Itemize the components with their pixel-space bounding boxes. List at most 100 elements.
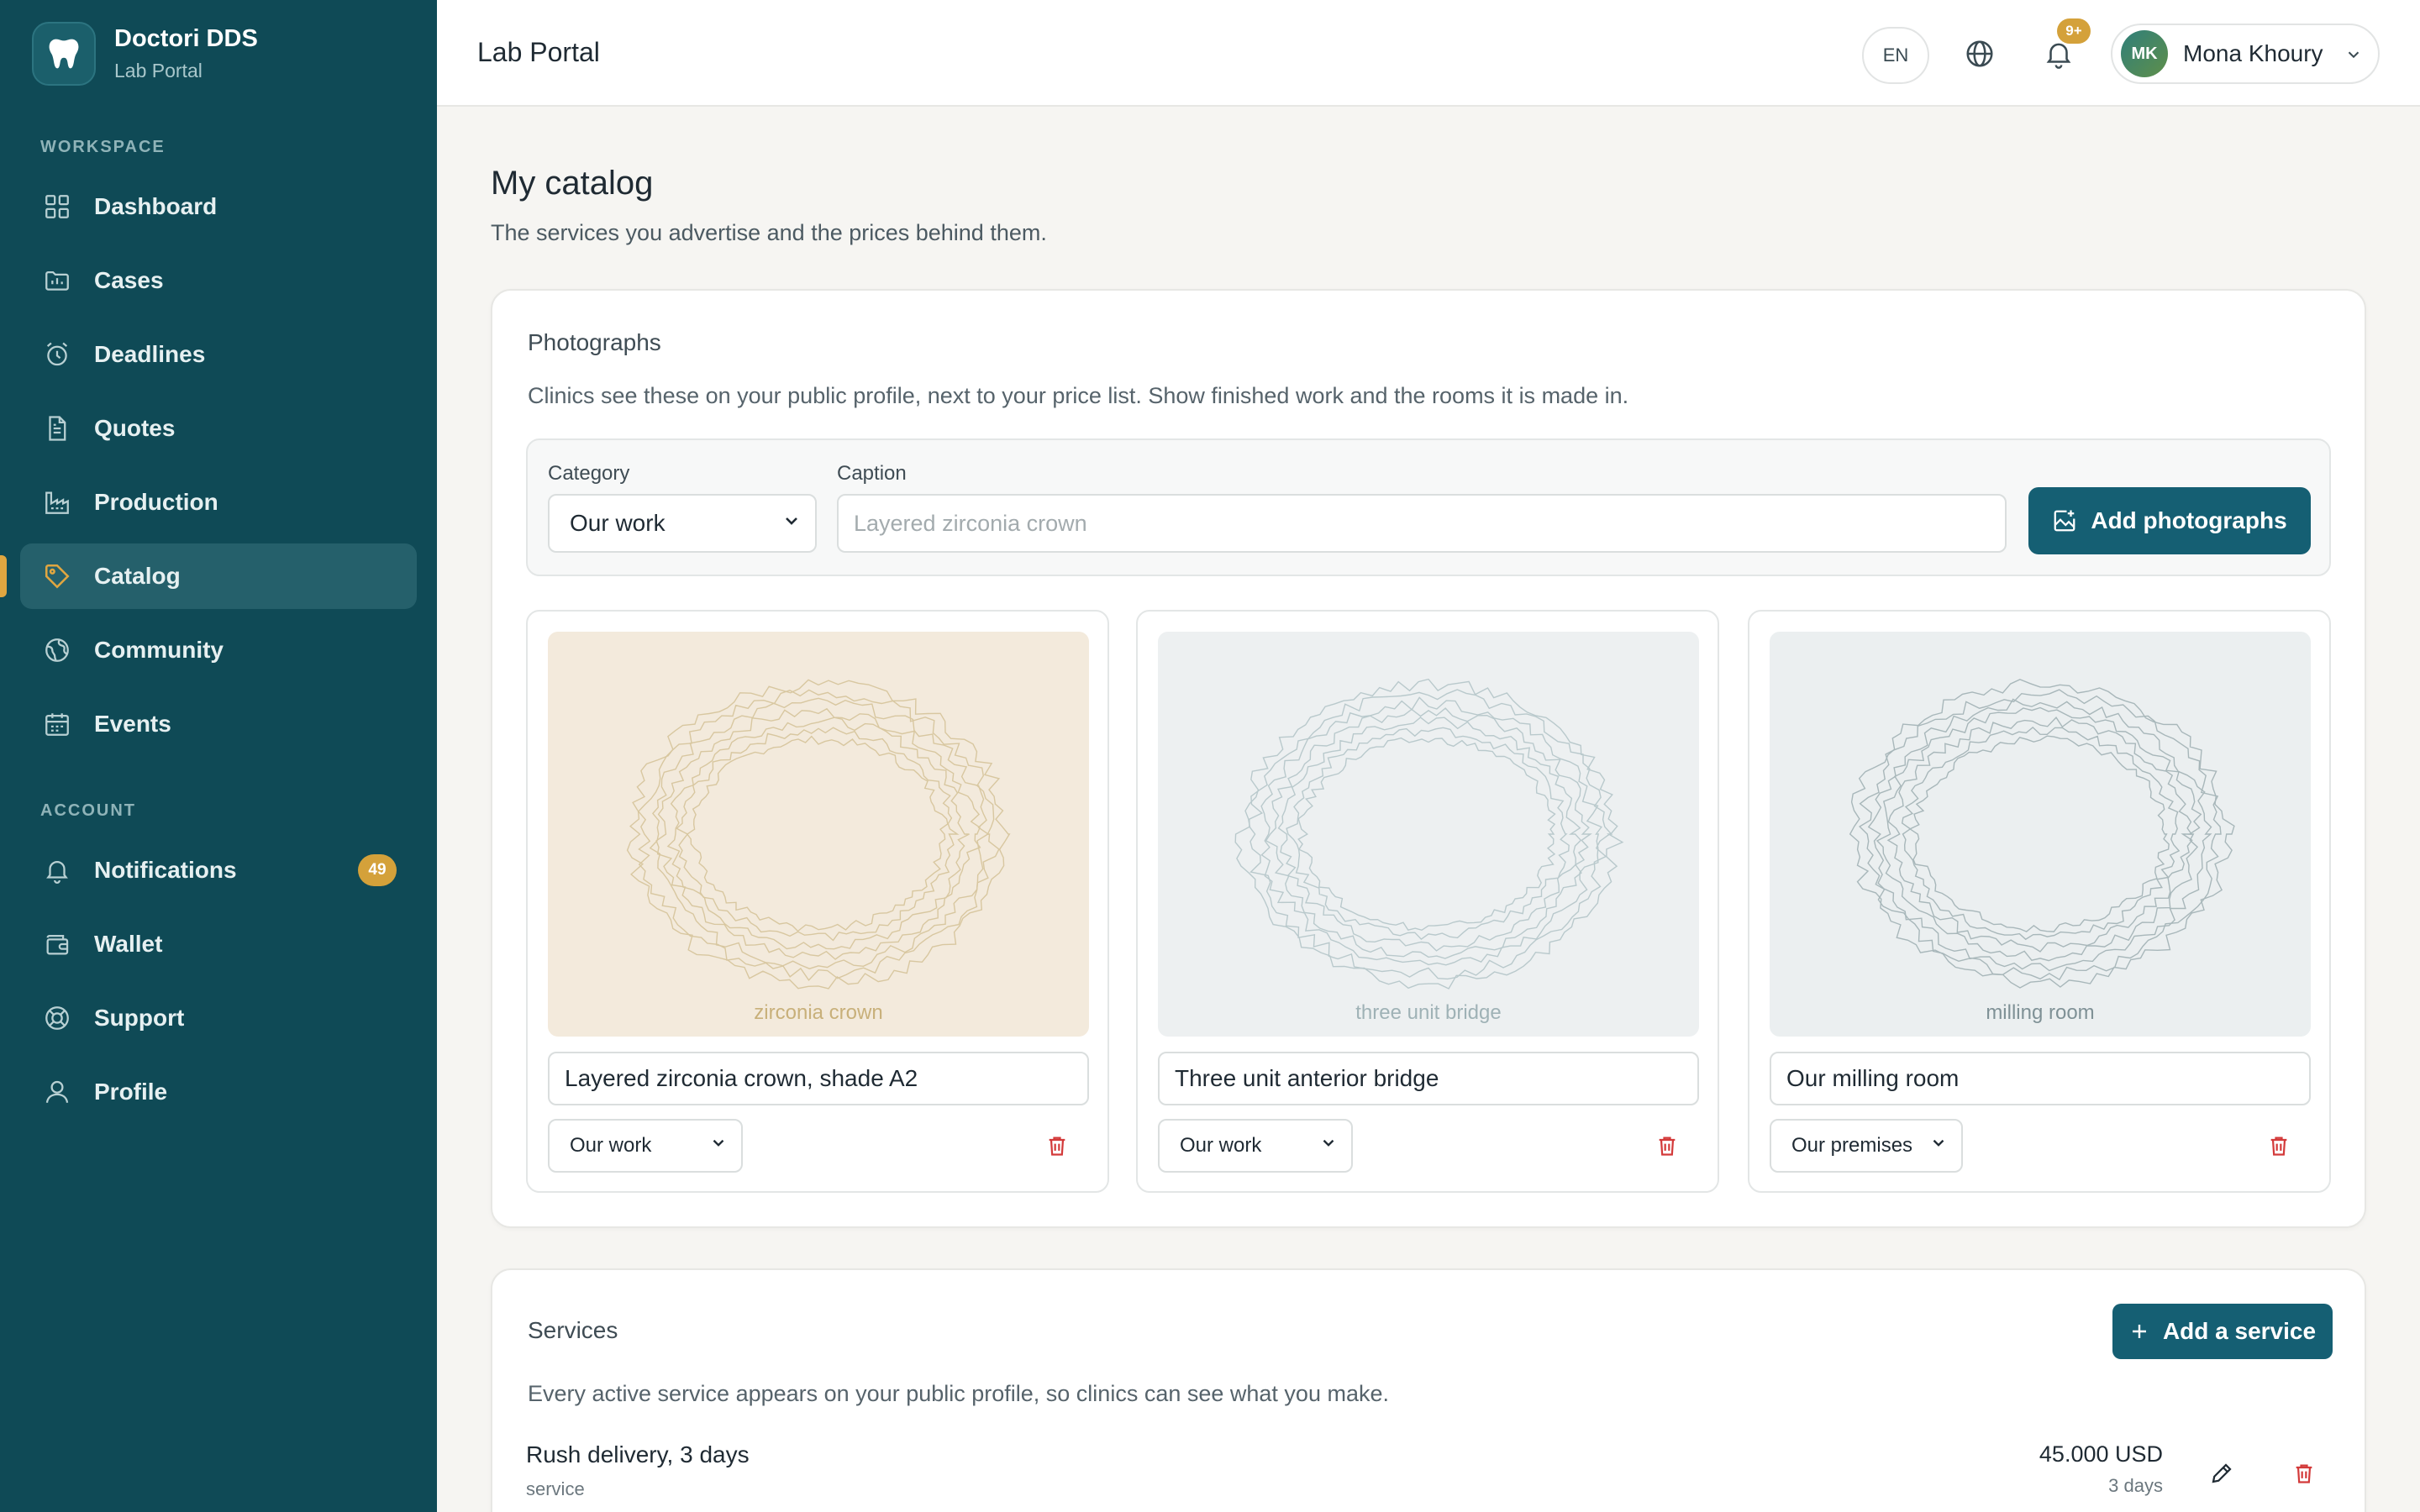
photo-thumbnail[interactable]: milling room [1770, 632, 2311, 1037]
chevron-down-icon [1319, 1134, 1338, 1158]
sidebar-item-label: Cases [94, 267, 164, 293]
trash-icon [1049, 1137, 1065, 1156]
sidebar-item-label: Profile [94, 1079, 168, 1105]
delete-photo-button[interactable] [1044, 1132, 1071, 1159]
sidebar-item-catalog[interactable]: Catalog [0, 543, 417, 609]
pencil-icon [2212, 1463, 2232, 1483]
add-photographs-button[interactable]: Add photographs [2028, 487, 2311, 554]
topbar: Lab Portal EN 9+ MK Mona Khoury [437, 0, 2420, 107]
photo-card: three unit bridge Our work [1136, 610, 1719, 1193]
sidebar-item-events[interactable]: Events [20, 691, 417, 757]
sidebar-item-label: Notifications [94, 857, 237, 883]
delete-photo-button[interactable] [1654, 1132, 1681, 1159]
photo-category-value: Our premises [1791, 1134, 1913, 1157]
photo-caption-input[interactable] [1770, 1052, 2311, 1105]
category-label: Category [548, 462, 630, 485]
ring-line [1901, 726, 2181, 941]
sidebar-item-dashboard[interactable]: Dashboard [20, 174, 417, 239]
photo-category-value: Our work [1180, 1134, 1262, 1157]
edit-service-button[interactable] [2205, 1457, 2238, 1490]
photo-ring-pattern [626, 679, 1011, 990]
photo-upload-bar: Category Our work Caption Add photograph… [526, 438, 2331, 576]
sidebar-item-label: Deadlines [94, 341, 206, 367]
photo-category-select[interactable]: Our work [1158, 1119, 1353, 1173]
service-type: service [526, 1478, 585, 1499]
bell-icon [40, 853, 74, 887]
ring-line [1297, 737, 1556, 932]
photo-caption-input[interactable] [548, 1052, 1089, 1105]
photo-thumbnail[interactable]: zirconia crown [548, 632, 1089, 1037]
photo-category-select[interactable]: Our work [548, 1119, 743, 1173]
sidebar-item-label: Community [94, 637, 224, 663]
photo-thumbnail[interactable]: three unit bridge [1158, 632, 1699, 1037]
sidebar-item-deadlines[interactable]: Deadlines [20, 322, 417, 387]
photo-category-value: Our work [570, 1134, 652, 1157]
sidebar-item-production[interactable]: Production [20, 470, 417, 535]
service-price: 45.000 USD [2039, 1441, 2163, 1467]
add-photographs-label: Add photographs [2091, 507, 2287, 533]
folder-icon [40, 264, 74, 297]
ring-line [686, 735, 949, 932]
photographs-description: Clinics see these on your public profile… [528, 383, 1629, 408]
sidebar-item-cases[interactable]: Cases [20, 248, 417, 313]
photo-category-select[interactable]: Our premises [1770, 1119, 1963, 1173]
brand-subtitle: Lab Portal [114, 60, 203, 81]
chevron-down-icon [781, 510, 802, 537]
ring-line [1249, 689, 1613, 980]
trash-icon [2270, 1137, 2287, 1156]
user-icon [40, 1075, 74, 1109]
user-menu[interactable]: MK Mona Khoury [2111, 24, 2380, 84]
sidebar-item-community[interactable]: Community [20, 617, 417, 683]
services-title: Services [528, 1317, 618, 1343]
app-root: Doctori DDS Lab Portal WORKSPACE Dashboa… [0, 0, 2420, 1512]
services-description: Every active service appears on your pub… [528, 1381, 1389, 1406]
tooth-logo-icon [32, 22, 96, 86]
sidebar-item-label: Support [94, 1005, 185, 1031]
document-icon [40, 412, 74, 445]
ring-line [1277, 717, 1582, 952]
language-button[interactable]: EN [1862, 27, 1929, 84]
chevron-down-icon [709, 1134, 728, 1158]
user-name: Mona Khoury [2183, 40, 2323, 66]
sidebar-item-label: Events [94, 711, 171, 737]
ring-line [655, 707, 981, 960]
sidebar-item-label: Catalog [94, 563, 181, 589]
page-title: My catalog [491, 165, 654, 202]
category-select[interactable]: Our work [548, 494, 817, 553]
delete-service-button[interactable] [2287, 1457, 2321, 1490]
topbar-title: Lab Portal [477, 37, 600, 67]
caption-input[interactable] [837, 494, 2007, 553]
grid-icon [40, 190, 74, 223]
brand[interactable]: Doctori DDS Lab Portal [32, 22, 258, 86]
sidebar-item-support[interactable]: Support [20, 985, 417, 1051]
page-subtitle: The services you advertise and the price… [491, 220, 1047, 245]
alarm-clock-icon [40, 338, 74, 371]
sidebar-item-profile[interactable]: Profile [20, 1059, 417, 1125]
trash-icon [1659, 1137, 1676, 1156]
category-select-value: Our work [570, 510, 666, 536]
notification-count-badge: 49 [358, 854, 397, 886]
photo-ring-pattern [1234, 678, 1624, 990]
ring-line [1265, 707, 1592, 959]
add-service-label: Add a service [2162, 1318, 2317, 1344]
sidebar-item-quotes[interactable]: Quotes [20, 396, 417, 461]
ring-line [1908, 735, 2170, 932]
service-row[interactable]: Rush delivery, 3 days service 45.000 USD… [526, 1438, 2331, 1512]
ring-line [1286, 727, 1570, 941]
photo-image-label: zirconia crown [754, 1001, 883, 1024]
photo-caption-input[interactable] [1158, 1052, 1699, 1105]
lifebuoy-icon [40, 1001, 74, 1035]
delete-photo-button[interactable] [2265, 1132, 2292, 1159]
ring-line [676, 727, 960, 942]
sidebar-item-wallet[interactable]: Wallet [20, 911, 417, 977]
globe-icon[interactable] [1961, 35, 1998, 72]
photo-image-label: milling room [1986, 1001, 2095, 1024]
photo-card: zirconia crown Our work [526, 610, 1109, 1193]
globe-icon [40, 633, 74, 667]
section-label-workspace: WORKSPACE [40, 138, 166, 156]
photo-image-label: three unit bridge [1355, 1001, 1502, 1024]
add-service-button[interactable]: Add a service [2112, 1304, 2333, 1359]
wallet-icon [40, 927, 74, 961]
sidebar-item-label: Quotes [94, 415, 176, 441]
sidebar-item-notifications[interactable]: Notifications 49 [20, 837, 417, 903]
